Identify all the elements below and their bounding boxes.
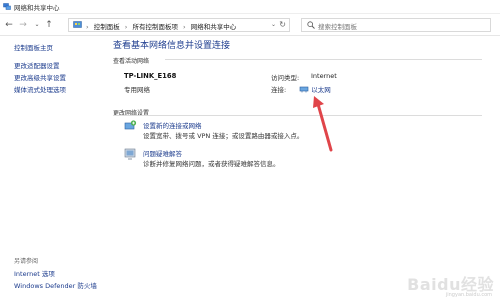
title-bar: 网络和共享中心 — [0, 0, 500, 14]
address-bar[interactable]: › 控制面板 › 所有控制面板项 › 网络和共享中心 ⌄ ↻ — [68, 18, 290, 32]
ethernet-icon — [299, 86, 309, 92]
sidebar: 控制面板主页 更改适配器设置 更改高级共享设置 媒体流式处理选项 另请参阅 In… — [0, 36, 103, 299]
task-title[interactable]: 问题疑难解答 — [143, 148, 182, 158]
window-title: 网络和共享中心 — [14, 4, 60, 12]
troubleshoot-icon — [124, 148, 136, 160]
new-connection-icon — [124, 120, 137, 130]
recent-locations-dropdown[interactable]: ⌄ — [32, 19, 42, 31]
breadcrumb: › 控制面板 › 所有控制面板项 › 网络和共享中心 — [86, 21, 239, 31]
forward-button[interactable]: → — [18, 19, 28, 31]
section-divider — [113, 115, 482, 116]
breadcrumb-item[interactable]: 所有控制面板项 — [132, 23, 178, 31]
section-divider — [165, 59, 482, 60]
sidebar-item-sharing[interactable]: 更改高级共享设置 — [14, 72, 66, 82]
navigation-bar: ← → ⌄ ↑ › 控制面板 › 所有控制面板项 › 网络和共享中心 ⌄ ↻ 搜… — [0, 14, 500, 36]
ethernet-connection-label: 以太网 — [311, 86, 331, 94]
breadcrumb-separator: › — [183, 23, 186, 31]
address-dropdown-icon[interactable]: ⌄ — [271, 21, 276, 28]
connections-label: 连接: — [271, 86, 287, 94]
page-title: 查看基本网络信息并设置连接 — [113, 41, 231, 51]
main-panel: 查看基本网络信息并设置连接 查看活动网络 TP-LINK_E168 专用网络 访… — [103, 36, 500, 299]
ethernet-connection-link[interactable]: 以太网 — [299, 84, 331, 94]
search-box[interactable]: 搜索控制面板 — [301, 18, 491, 32]
task-description: 诊断并修复网络问题，或者获得疑难解答信息。 — [143, 160, 280, 168]
sidebar-item-media[interactable]: 媒体流式处理选项 — [14, 84, 66, 94]
network-sharing-icon — [3, 3, 11, 10]
breadcrumb-separator: › — [86, 23, 89, 31]
network-name: TP-LINK_E168 — [124, 72, 177, 80]
search-icon — [307, 21, 315, 29]
see-also-firewall[interactable]: Windows Defender 防火墙 — [14, 280, 97, 290]
back-button[interactable]: ← — [4, 19, 14, 31]
up-button[interactable]: ↑ — [44, 19, 54, 31]
watermark-url: jingyan.baidu.com — [445, 292, 492, 298]
refresh-icon[interactable]: ↻ — [279, 20, 286, 29]
network-type: 专用网络 — [124, 86, 150, 94]
control-panel-icon — [73, 21, 82, 28]
breadcrumb-item[interactable]: 网络和共享中心 — [191, 23, 237, 31]
access-type-label: 访问类型: — [271, 74, 300, 82]
task-title[interactable]: 设置新的连接或网络 — [143, 120, 202, 130]
see-also-internet-options[interactable]: Internet 选项 — [14, 268, 55, 278]
active-networks-heading: 查看活动网络 — [113, 58, 150, 65]
breadcrumb-separator: › — [124, 23, 128, 31]
sidebar-item-adapter[interactable]: 更改适配器设置 — [14, 60, 60, 70]
annotation-arrow-icon — [313, 96, 333, 152]
access-type-value: Internet — [311, 72, 337, 80]
search-input[interactable]: 搜索控制面板 — [318, 21, 357, 31]
sidebar-item-home[interactable]: 控制面板主页 — [14, 42, 53, 52]
breadcrumb-item[interactable]: 控制面板 — [94, 23, 120, 31]
task-description: 设置宽带、拨号或 VPN 连接；或设置路由器或接入点。 — [143, 132, 304, 140]
see-also-label: 另请参阅 — [14, 258, 39, 265]
